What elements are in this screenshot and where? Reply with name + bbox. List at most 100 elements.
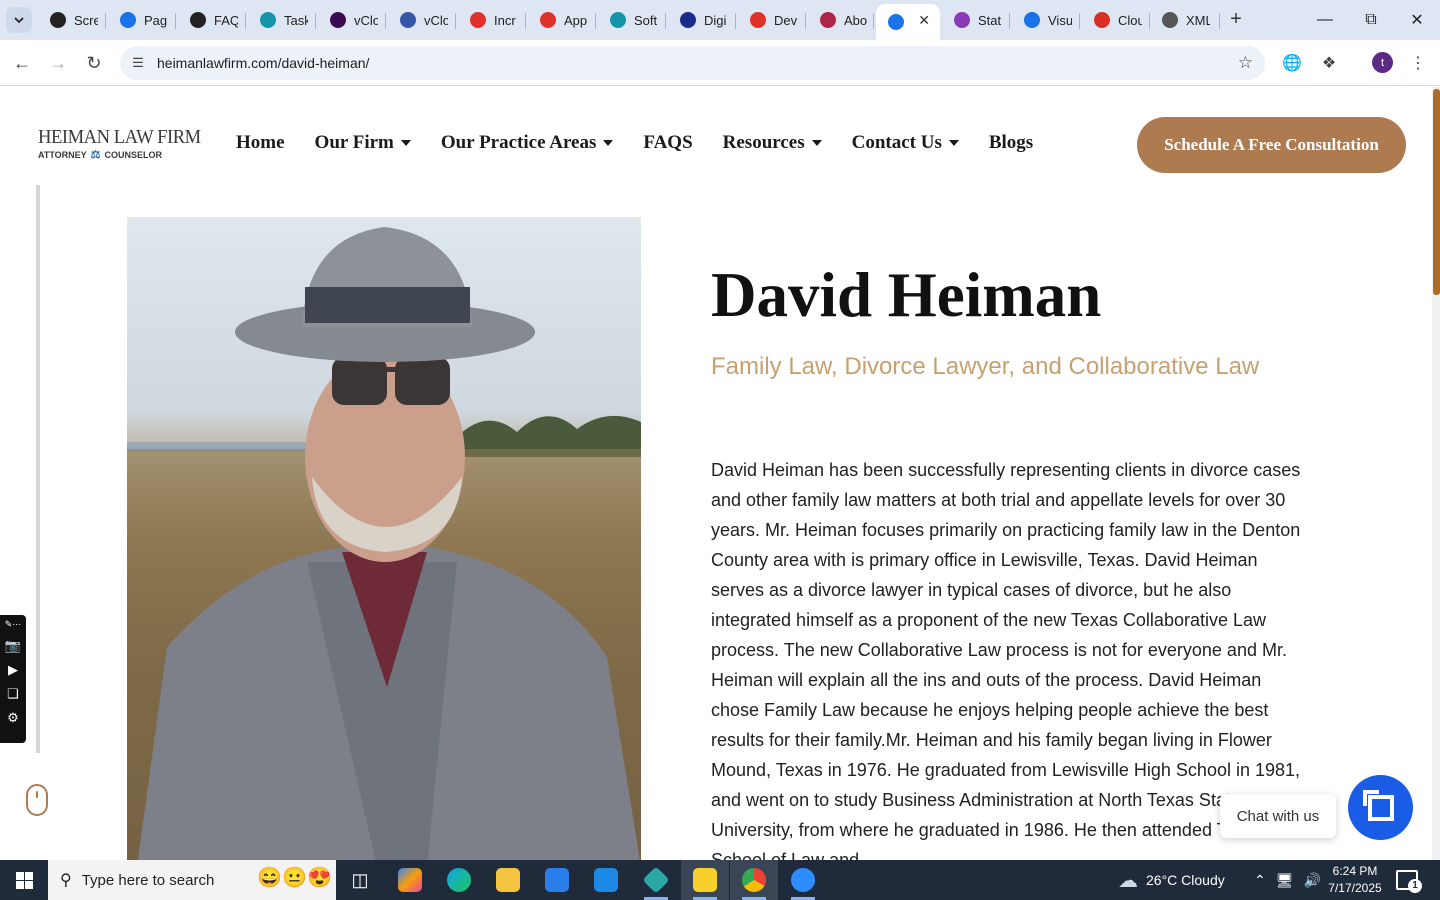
close-tab-icon[interactable]: ✕ [918, 12, 930, 29]
nav-item-label: Contact Us [851, 132, 942, 153]
tab-search-button[interactable] [6, 7, 32, 33]
browser-tab[interactable]: vClo [388, 5, 456, 35]
scroll-mouse-icon [26, 784, 48, 816]
bookmark-star-icon[interactable]: ☆ [1238, 53, 1253, 73]
url-text[interactable]: heimanlawfirm.com/david-heiman/ [157, 55, 369, 71]
browser-tab[interactable]: Soft [598, 5, 666, 35]
copilot-icon[interactable] [386, 860, 434, 900]
profile-avatar[interactable]: t [1372, 52, 1393, 73]
translate-globe-icon[interactable]: 🌐 [1280, 51, 1304, 75]
nav-item-our-firm[interactable]: Our Firm [315, 132, 411, 154]
mail-icon[interactable] [582, 860, 630, 900]
microsoft-store-icon[interactable] [533, 860, 581, 900]
main-navigation: Home Our Firm Our Practice Areas FAQS Resour… [236, 132, 1033, 154]
site-info-icon[interactable]: ☰ [128, 53, 148, 73]
practice-subtitle: Family Law, Divorce Lawyer, and Collabor… [711, 353, 1260, 380]
tab-title: vClo [424, 12, 448, 28]
minimize-icon[interactable]: — [1302, 0, 1348, 40]
tab-separator [1079, 13, 1080, 29]
browser-tab[interactable]: Visu [1012, 5, 1080, 35]
screencast-icon [50, 12, 66, 28]
taskbar-search[interactable]: ⚲ Type here to search 😄 😐 😍 [48, 860, 336, 900]
nav-item-resources[interactable]: Resources [723, 132, 822, 154]
network-icon[interactable]: 🖥 [1276, 872, 1294, 889]
reload-icon[interactable]: ↻ [82, 51, 106, 75]
extensions-puzzle-icon[interactable]: ❖ [1317, 51, 1341, 75]
show-hidden-icons-chevron-icon[interactable]: ⌃ [1254, 872, 1266, 889]
tab-separator [105, 13, 106, 29]
tray-icons: ⌃ 🖥 🔊 [1254, 860, 1321, 900]
chat-launcher-button[interactable] [1348, 775, 1413, 840]
app-diamond-icon[interactable] [632, 860, 680, 900]
chrome-icon[interactable] [730, 860, 778, 900]
nav-item-contact-us[interactable]: Contact Us [852, 132, 959, 154]
logo-wordmark: HEIMAN LAW FIRM [38, 126, 201, 148]
divider-line [36, 185, 40, 753]
browser-tab[interactable]: Pag [108, 5, 176, 35]
task-view-icon[interactable]: ◫ [336, 860, 384, 900]
chat-prompt-bubble[interactable]: Chat with us [1220, 794, 1336, 838]
browser-tab[interactable]: Abo [808, 5, 874, 35]
incr-icon [470, 12, 486, 28]
browser-tab[interactable]: Scre [38, 5, 106, 35]
back-arrow-icon[interactable]: ← [10, 51, 34, 75]
menu-kebab-icon[interactable]: ⋮ [1406, 51, 1430, 75]
tab-title: Dev [774, 12, 798, 28]
browser-tab[interactable]: Digi [668, 5, 736, 35]
logo-left-text: ATTORNEY [38, 149, 87, 160]
nav-item-blogs[interactable]: Blogs [989, 132, 1033, 154]
taskbar-clock[interactable]: 6:24 PM 7/17/2025 [1320, 863, 1390, 897]
tab-separator [175, 13, 176, 29]
visual-icon [1024, 12, 1040, 28]
tab-separator [455, 13, 456, 29]
browser-tab[interactable]: Task [248, 5, 316, 35]
browser-tab[interactable]: Incr [458, 5, 526, 35]
tab-title: Clou [1118, 12, 1142, 28]
weather-text: 26°C Cloudy [1146, 872, 1225, 888]
forward-arrow-icon[interactable]: → [46, 51, 70, 75]
tab-title: Scre [74, 12, 98, 28]
schedule-consultation-button[interactable]: Schedule A Free Consultation [1137, 117, 1406, 173]
browser-tab[interactable]: Stat [942, 5, 1010, 35]
zoom-icon[interactable] [779, 860, 827, 900]
tab-separator [525, 13, 526, 29]
video-icon[interactable]: ▶ [8, 662, 18, 678]
tab-separator [735, 13, 736, 29]
nav-item-our-practice-areas[interactable]: Our Practice Areas [441, 132, 614, 154]
tab-separator [665, 13, 666, 29]
close-window-icon[interactable]: ✕ [1394, 0, 1440, 40]
sticky-notes-icon[interactable] [681, 860, 729, 900]
web-page: HEIMAN LAW FIRM ATTORNEY ⚖ COUNSELOR Hom… [0, 87, 1440, 860]
edge-icon[interactable] [435, 860, 483, 900]
restore-icon[interactable]: ⧉ [1348, 0, 1394, 40]
tab-title: Digi [704, 12, 727, 28]
search-highlight-emojis[interactable]: 😄 😐 😍 [257, 865, 332, 890]
browser-tab[interactable]: vClo [318, 5, 386, 35]
browser-tab[interactable]: Dev [738, 5, 806, 35]
scrollbar-thumb[interactable] [1433, 89, 1440, 295]
file-explorer-icon[interactable] [484, 860, 532, 900]
scales-icon: ⚖ [90, 149, 101, 161]
windows-icon[interactable]: ❏ [7, 686, 19, 702]
browser-tab[interactable]: XML [1150, 5, 1220, 35]
address-bar[interactable]: ☰ heimanlawfirm.com/david-heiman/ ☆ [120, 46, 1265, 80]
notification-count-badge: 1 [1408, 879, 1422, 893]
nav-item-faqs[interactable]: FAQS [643, 132, 692, 154]
tab-active[interactable]: ✕ [876, 4, 940, 40]
browser-tab[interactable]: FAQ [178, 5, 246, 35]
vcloud-icon [330, 12, 346, 28]
browser-tab[interactable]: App [528, 5, 596, 35]
dropdown-caret-icon [603, 140, 614, 146]
camera-icon[interactable]: 📷 [5, 638, 21, 654]
nav-item-label: FAQS [643, 132, 693, 153]
nav-item-home[interactable]: Home [236, 132, 285, 154]
weather-widget[interactable]: ☁ 26°C Cloudy [1118, 860, 1225, 900]
volume-icon[interactable]: 🔊 [1304, 872, 1321, 889]
windows-taskbar: ⚲ Type here to search 😄 😐 😍 ◫ ☁ 26°C Clo… [0, 860, 1440, 900]
settings-gear-icon[interactable]: ⚙ [7, 710, 19, 726]
site-logo[interactable]: HEIMAN LAW FIRM ATTORNEY ⚖ COUNSELOR [38, 126, 201, 163]
new-tab-button[interactable]: + [1224, 8, 1248, 32]
browser-tab[interactable]: Clou [1082, 5, 1150, 35]
pin-icon[interactable]: ✎⋯ [5, 619, 22, 630]
start-button[interactable] [0, 860, 48, 900]
